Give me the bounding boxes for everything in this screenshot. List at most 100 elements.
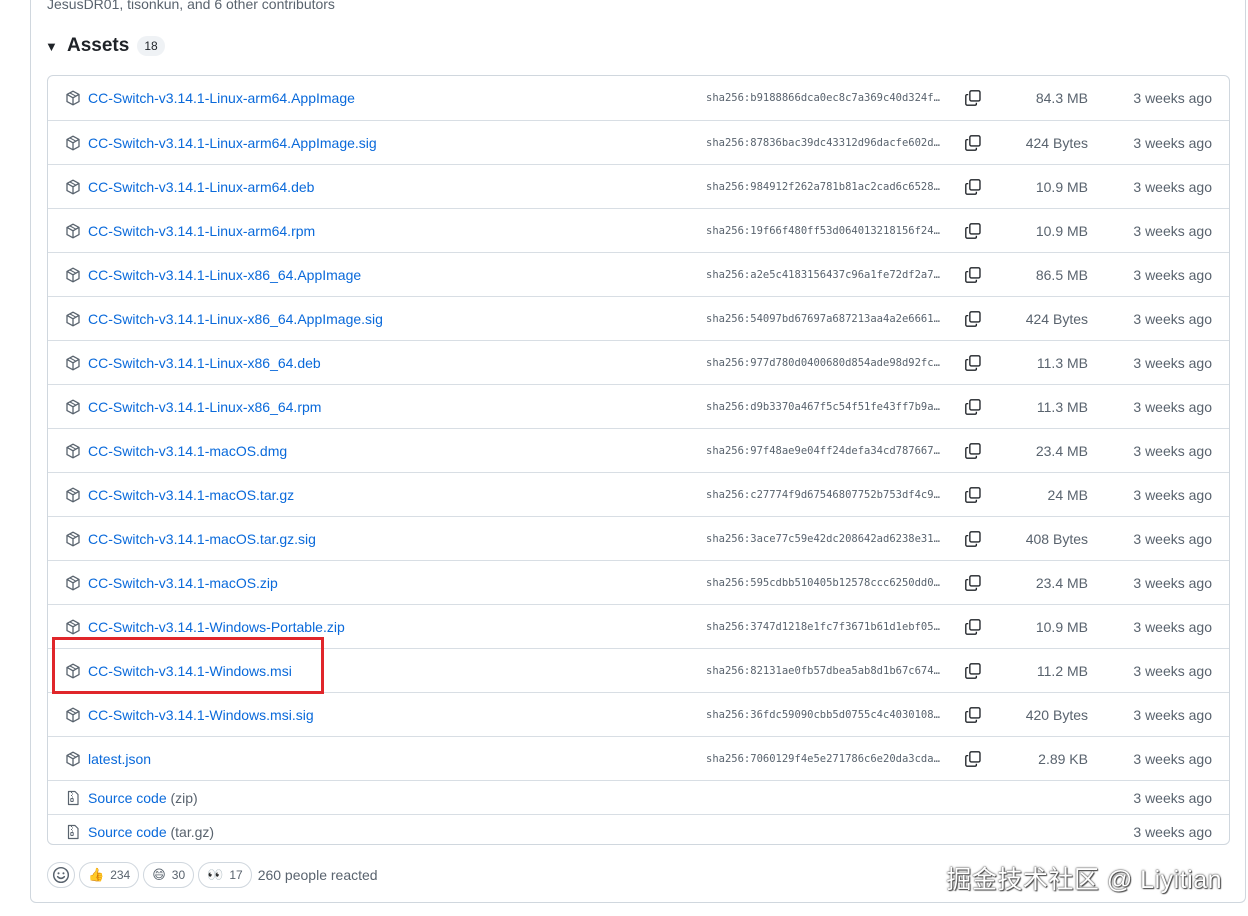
asset-sha256: sha256:19f66f480ff53d064013218156f24… — [706, 224, 940, 237]
asset-date: 3 weeks ago — [1133, 706, 1212, 723]
copy-icon[interactable] — [964, 530, 982, 548]
file-zip-icon — [65, 824, 81, 840]
asset-size: 424 Bytes — [1025, 310, 1088, 327]
asset-row: CC-Switch-v3.14.1-Windows.msi.sig sha256:… — [48, 692, 1229, 736]
asset-sha256: sha256:c27774f9d67546807752b753df4c9… — [706, 488, 940, 501]
source-code-row: Source code (zip) 3 weeks ago — [48, 780, 1229, 814]
asset-size: 10.9 MB — [1035, 222, 1088, 239]
asset-size: 11.3 MB — [1036, 354, 1088, 371]
copy-icon[interactable] — [964, 134, 982, 152]
asset-download-link[interactable]: CC-Switch-v3.14.1-Linux-x86_64.rpm — [88, 399, 321, 415]
copy-icon[interactable] — [964, 662, 982, 680]
package-icon — [65, 90, 81, 106]
reaction-button[interactable]: 👀 17 — [198, 862, 252, 888]
assets-toggle[interactable]: ▼ Assets 18 — [45, 33, 165, 59]
asset-sha256: sha256:a2e5c4183156437c96a1fe72df2a7… — [706, 268, 940, 281]
copy-icon[interactable] — [964, 618, 982, 636]
source-code-link[interactable]: Source code (zip) — [88, 790, 198, 806]
source-code-date: 3 weeks ago — [1133, 823, 1212, 840]
asset-sha256: sha256:7060129f4e5e271786c6e20da3cda… — [706, 752, 940, 765]
asset-download-link[interactable]: CC-Switch-v3.14.1-Linux-arm64.rpm — [88, 223, 315, 239]
asset-size: 2.89 KB — [1038, 750, 1088, 767]
asset-download-link[interactable]: CC-Switch-v3.14.1-Linux-arm64.AppImage — [88, 90, 355, 106]
copy-icon[interactable] — [964, 354, 982, 372]
copy-icon[interactable] — [964, 442, 982, 460]
copy-icon[interactable] — [964, 89, 982, 107]
source-code-label: Source code — [88, 789, 167, 806]
reactions-summary: 260 people reacted — [257, 867, 378, 883]
asset-download-link[interactable]: CC-Switch-v3.14.1-Linux-x86_64.AppImage.… — [88, 311, 383, 327]
copy-icon[interactable] — [964, 750, 982, 768]
asset-row: CC-Switch-v3.14.1-Linux-arm64.rpm sha256:… — [48, 208, 1229, 252]
laugh-icon: 😄 — [152, 867, 166, 882]
asset-download-link[interactable]: CC-Switch-v3.14.1-Linux-arm64.deb — [88, 179, 314, 195]
asset-download-link[interactable]: CC-Switch-v3.14.1-Linux-x86_64.deb — [88, 355, 321, 371]
copy-icon[interactable] — [964, 178, 982, 196]
asset-row: CC-Switch-v3.14.1-Linux-x86_64.deb sha256… — [48, 340, 1229, 384]
copy-icon[interactable] — [964, 398, 982, 416]
asset-row: CC-Switch-v3.14.1-macOS.tar.gz.sig sha256… — [48, 516, 1229, 560]
eyes-icon: 👀 — [207, 867, 224, 882]
asset-download-link[interactable]: CC-Switch-v3.14.1-macOS.tar.gz — [88, 487, 294, 503]
asset-download-link[interactable]: CC-Switch-v3.14.1-macOS.tar.gz.sig — [88, 531, 316, 547]
asset-date: 3 weeks ago — [1133, 750, 1212, 767]
package-icon — [65, 619, 81, 635]
asset-row: CC-Switch-v3.14.1-Linux-arm64.deb sha256:… — [48, 164, 1229, 208]
copy-icon[interactable] — [964, 266, 982, 284]
asset-download-link[interactable]: CC-Switch-v3.14.1-macOS.dmg — [88, 443, 287, 459]
source-code-link[interactable]: Source code (tar.gz) — [88, 824, 214, 840]
asset-size: 23.4 MB — [1035, 574, 1088, 591]
asset-row: CC-Switch-v3.14.1-macOS.tar.gz sha256:c27… — [48, 472, 1229, 516]
asset-download-link[interactable]: CC-Switch-v3.14.1-Windows.msi.sig — [88, 707, 314, 723]
asset-sha256: sha256:36fdc59090cbb5d0755c4c4030108… — [706, 708, 940, 721]
asset-size: 10.9 MB — [1035, 618, 1088, 635]
asset-date: 3 weeks ago — [1133, 574, 1212, 591]
asset-size: 84.3 MB — [1035, 90, 1088, 106]
asset-download-link[interactable]: CC-Switch-v3.14.1-Linux-arm64.AppImage.s… — [88, 135, 377, 151]
copy-icon[interactable] — [964, 574, 982, 592]
asset-row: CC-Switch-v3.14.1-Linux-x86_64.AppImage s… — [48, 252, 1229, 296]
asset-download-link[interactable]: CC-Switch-v3.14.1-Linux-x86_64.AppImage — [88, 267, 361, 283]
copy-icon[interactable] — [964, 706, 982, 724]
reaction-count: 234 — [110, 868, 131, 882]
asset-row: CC-Switch-v3.14.1-Windows-Portable.zip sh… — [48, 604, 1229, 648]
asset-sha256: sha256:595cdbb510405b12578ccc6250dd0… — [706, 576, 940, 589]
asset-date: 3 weeks ago — [1133, 310, 1212, 327]
package-icon — [65, 487, 81, 503]
copy-icon[interactable] — [964, 222, 982, 240]
copy-icon[interactable] — [964, 310, 982, 328]
reaction-button[interactable]: 👍 234 — [79, 862, 140, 888]
asset-date: 3 weeks ago — [1133, 90, 1212, 106]
package-icon — [65, 707, 81, 723]
package-icon — [65, 223, 81, 239]
package-icon — [65, 663, 81, 679]
asset-download-link[interactable]: CC-Switch-v3.14.1-Windows-Portable.zip — [88, 619, 345, 635]
asset-sha256: sha256:87836bac39dc43312d96dacfe602d… — [706, 136, 940, 149]
asset-sha256: sha256:984912f262a781b81ac2cad6c6528… — [706, 180, 940, 193]
asset-row: CC-Switch-v3.14.1-macOS.zip sha256:595cdb… — [48, 560, 1229, 604]
copy-icon[interactable] — [964, 486, 982, 504]
asset-size: 408 Bytes — [1025, 530, 1088, 547]
reaction-button[interactable]: 😄 30 — [143, 862, 195, 888]
add-reaction-button[interactable] — [47, 862, 75, 888]
asset-row: latest.json sha256:7060129f4e5e271786c6e2… — [48, 736, 1229, 780]
release-page: JesusDR01, tisonkun, and 6 other contrib… — [0, 0, 1248, 916]
asset-row: CC-Switch-v3.14.1-Linux-x86_64.rpm sha256… — [48, 384, 1229, 428]
package-icon — [65, 575, 81, 591]
reaction-count: 30 — [171, 868, 186, 882]
asset-download-link[interactable]: CC-Switch-v3.14.1-macOS.zip — [88, 575, 278, 591]
package-icon — [65, 311, 81, 327]
asset-date: 3 weeks ago — [1133, 530, 1212, 547]
asset-date: 3 weeks ago — [1133, 398, 1212, 415]
package-icon — [65, 179, 81, 195]
asset-sha256: sha256:54097bd67697a687213aa4a2e6661… — [706, 312, 940, 325]
asset-size: 11.2 MB — [1036, 662, 1088, 679]
asset-sha256: sha256:82131ae0fb57dbea5ab8d1b67c674… — [706, 664, 940, 677]
asset-download-link[interactable]: CC-Switch-v3.14.1-Windows.msi — [88, 663, 292, 679]
asset-sha256: sha256:3ace77c59e42dc208642ad6238e31… — [706, 532, 940, 545]
asset-download-link[interactable]: latest.json — [88, 751, 151, 767]
asset-size: 11.3 MB — [1036, 398, 1088, 415]
asset-size: 86.5 MB — [1035, 266, 1088, 283]
assets-count-badge: 18 — [137, 36, 165, 56]
caret-down-icon: ▼ — [45, 38, 58, 54]
